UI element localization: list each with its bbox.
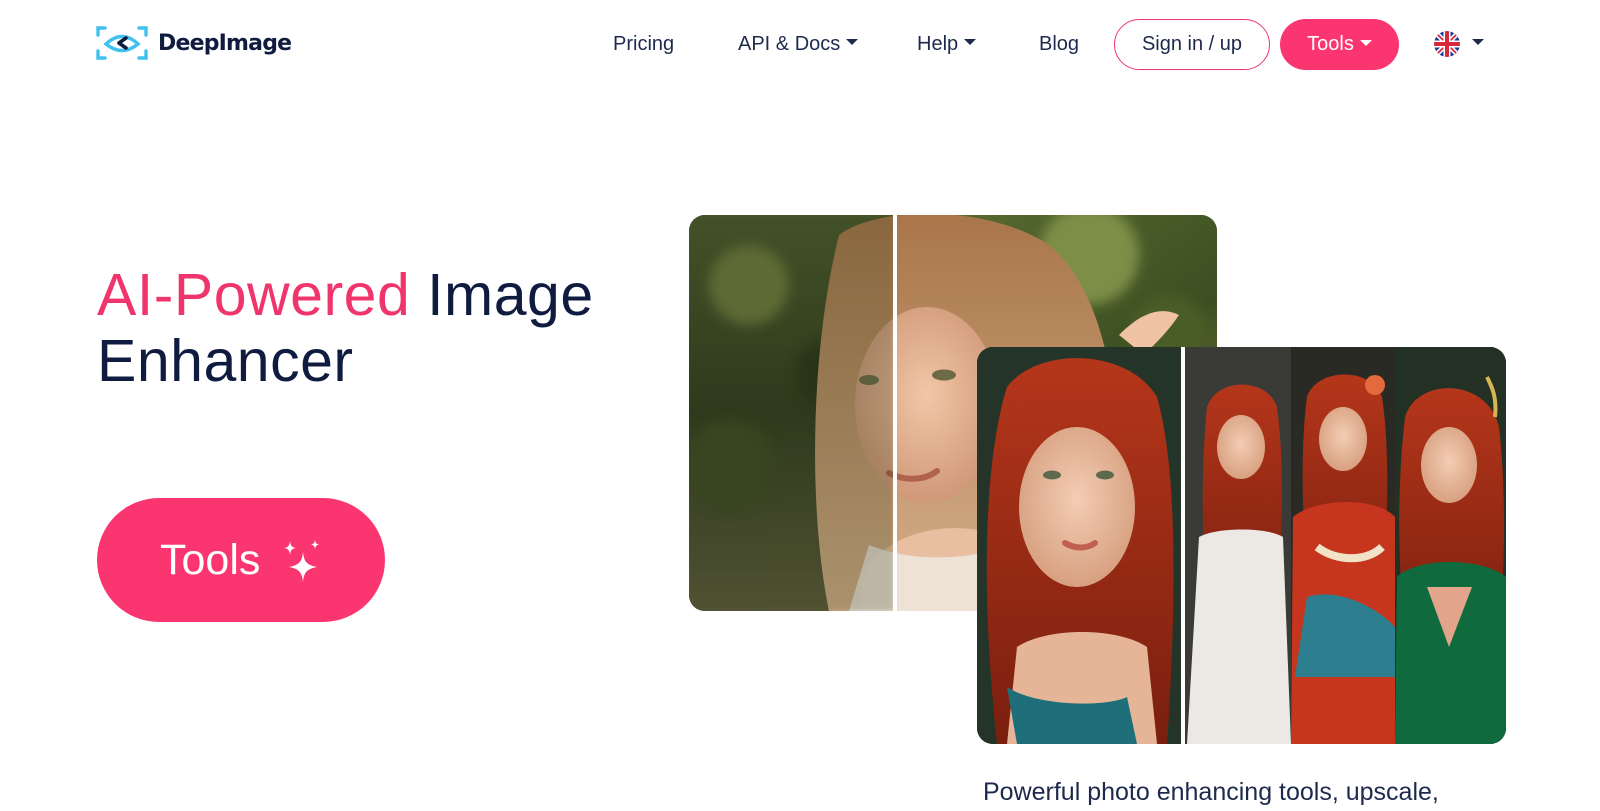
hero-tools-button[interactable]: Tools <box>97 498 385 622</box>
nav-pricing[interactable]: Pricing <box>613 18 674 70</box>
nav-blog[interactable]: Blog <box>1039 18 1079 70</box>
caret-down-icon <box>1359 39 1372 46</box>
sparkle-icon <box>284 540 319 582</box>
nav-api-docs[interactable]: API & Docs <box>738 18 859 70</box>
hero-title: AI-Powered Image Enhancer <box>97 262 594 394</box>
hero-tagline: Powerful photo enhancing tools, upscale, <box>983 778 1439 806</box>
nav-tools-button[interactable]: Tools <box>1280 19 1399 70</box>
main-nav: Pricing API & Docs Help Blog Sign in / u… <box>0 18 1600 70</box>
hero-title-accent: AI-Powered <box>97 262 411 328</box>
caret-down-icon <box>964 39 977 45</box>
nav-api-docs-label: API & Docs <box>738 32 841 55</box>
nav-tools-label: Tools <box>1307 33 1354 55</box>
uk-flag-icon <box>1434 31 1460 57</box>
caret-down-icon <box>1472 39 1484 45</box>
language-selector[interactable] <box>1434 18 1484 70</box>
nav-pricing-label: Pricing <box>613 32 675 55</box>
hero-title-rest: Image <box>410 262 594 328</box>
sign-in-button[interactable]: Sign in / up <box>1114 19 1270 70</box>
caret-down-icon <box>846 39 859 45</box>
ai-variations-image <box>977 347 1506 744</box>
hero-title-line2: Enhancer <box>97 328 354 394</box>
nav-blog-label: Blog <box>1039 32 1080 55</box>
hero-tools-label: Tools <box>160 536 261 584</box>
nav-help[interactable]: Help <box>917 18 977 70</box>
nav-help-label: Help <box>917 32 959 55</box>
sign-in-label: Sign in / up <box>1141 33 1243 55</box>
